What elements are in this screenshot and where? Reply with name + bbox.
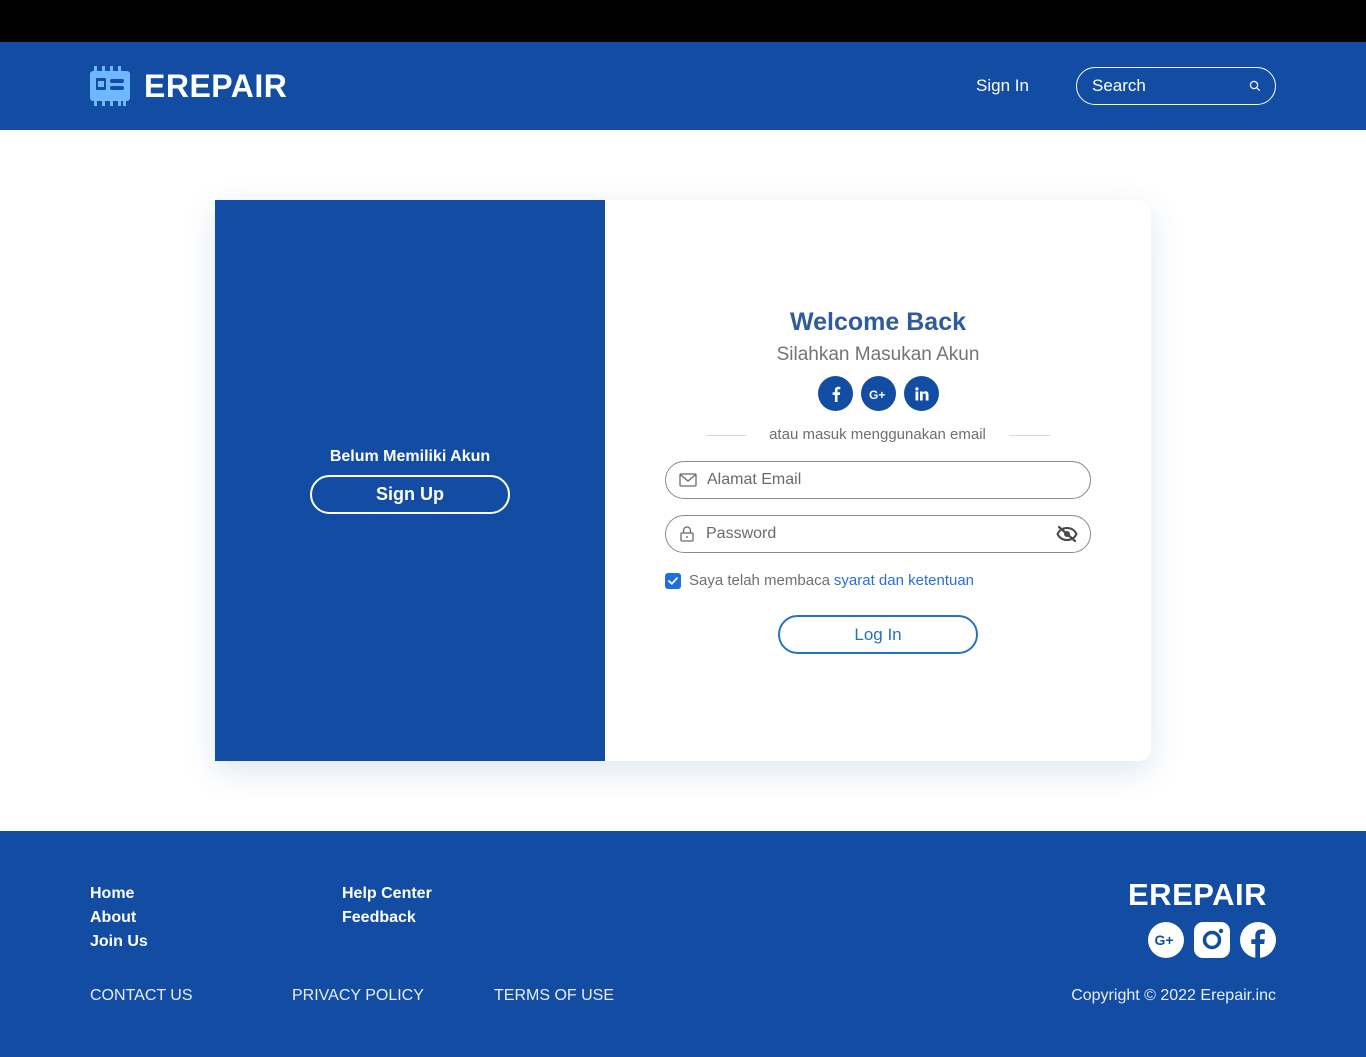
google-login-button[interactable]: G+: [861, 376, 896, 411]
sign-up-button[interactable]: Sign Up: [310, 475, 510, 514]
svg-text:G+: G+: [869, 388, 885, 400]
search-icon[interactable]: [1249, 80, 1261, 92]
facebook-login-button[interactable]: [818, 376, 853, 411]
linkedin-icon: [914, 386, 928, 400]
eye-off-icon[interactable]: [1056, 525, 1078, 543]
footer-link-privacy-policy[interactable]: PRIVACY POLICY: [292, 986, 424, 1006]
footer-brand: EREPAIR: [1128, 877, 1268, 912]
svg-text:G+: G+: [1155, 932, 1174, 948]
facebook-icon: [832, 386, 840, 402]
footer-social-group: G+: [1148, 922, 1276, 958]
password-field[interactable]: [665, 515, 1091, 553]
terms-checkbox[interactable]: [665, 573, 681, 589]
footer-link-about[interactable]: About: [90, 908, 148, 928]
login-title: Welcome Back: [789, 308, 966, 336]
terms-agreement: Saya telah membaca syarat dan ketentuan: [665, 572, 974, 590]
divider-text: atau masuk menggunakan email: [769, 426, 986, 443]
facebook-icon: [1240, 922, 1276, 958]
signup-panel: Belum Memiliki Akun Sign Up: [215, 200, 605, 761]
google-plus-icon: G+: [1148, 922, 1184, 958]
footer-instagram-link[interactable]: [1194, 922, 1230, 958]
auth-card: Belum Memiliki Akun Sign Up Welcome Back…: [215, 200, 1151, 761]
password-input[interactable]: [706, 525, 1056, 543]
footer-link-contact-us[interactable]: CONTACT US: [90, 986, 193, 1006]
terms-link[interactable]: syarat dan ketentuan: [834, 572, 974, 590]
search-input[interactable]: [1092, 76, 1249, 96]
lock-icon: [680, 526, 694, 542]
brand-name: EREPAIR: [144, 68, 288, 104]
footer-link-help-center[interactable]: Help Center: [342, 884, 432, 904]
footer-facebook-link[interactable]: [1240, 922, 1276, 958]
footer-nav-primary: Home About Join Us: [90, 884, 148, 952]
email-input[interactable]: [707, 471, 1078, 489]
footer-link-terms-of-use[interactable]: TERMS OF USE: [494, 986, 614, 1006]
footer-link-feedback[interactable]: Feedback: [342, 908, 432, 928]
brand-logo[interactable]: EREPAIR: [90, 66, 287, 106]
search-box[interactable]: [1076, 67, 1276, 105]
footer-google-link[interactable]: G+: [1148, 922, 1184, 958]
instagram-icon: [1194, 922, 1230, 958]
or-divider: atau masuk menggunakan email: [706, 426, 1050, 444]
site-header: EREPAIR Sign In: [0, 42, 1366, 130]
social-login-group: G+: [818, 376, 939, 411]
check-icon: [668, 577, 678, 585]
divider-line-right: [1009, 434, 1050, 436]
copyright-text: Copyright © 2022 Erepair.inc: [1071, 987, 1276, 1004]
google-plus-icon: G+: [869, 388, 885, 400]
footer-nav-support: Help Center Feedback: [342, 884, 432, 928]
linkedin-login-button[interactable]: [904, 376, 939, 411]
chip-icon: [90, 66, 130, 106]
divider-line-left: [706, 434, 746, 436]
terms-text: Saya telah membaca: [689, 572, 830, 589]
login-panel: Welcome Back Silahkan Masukan Akun G+ at…: [605, 200, 1151, 761]
log-in-button[interactable]: Log In: [778, 615, 978, 654]
site-footer: Home About Join Us Help Center Feedback …: [0, 831, 1366, 1057]
email-field[interactable]: [665, 461, 1091, 499]
footer-link-home[interactable]: Home: [90, 884, 148, 904]
nav-sign-in-link[interactable]: Sign In: [976, 76, 1029, 96]
footer-link-join-us[interactable]: Join Us: [90, 932, 148, 952]
no-account-text: Belum Memiliki Akun: [329, 448, 491, 465]
login-subtitle: Silahkan Masukan Akun: [776, 344, 980, 365]
browser-top-bar: [0, 0, 1366, 42]
mail-icon: [679, 472, 697, 488]
